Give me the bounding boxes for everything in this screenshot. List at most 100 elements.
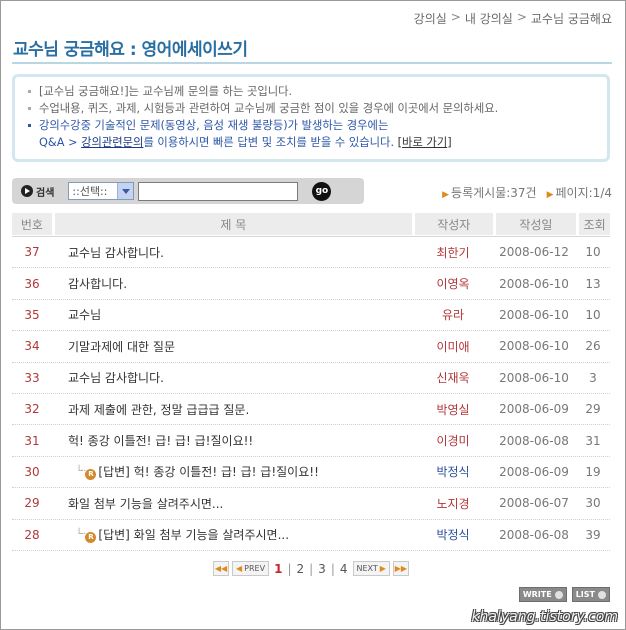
breadcrumb-item-my-classroom[interactable]: 내 강의실	[465, 10, 513, 27]
title-divider	[12, 62, 612, 64]
row-date: 2008-06-10	[499, 370, 569, 385]
page-title: 교수님 궁금해요 : 영어에세이쓰기	[13, 40, 248, 60]
prev-page-button[interactable]: ◀ PREV	[232, 561, 270, 576]
breadcrumb-item-classroom[interactable]: 강의실	[414, 10, 447, 27]
row-title-link[interactable]: 화일 첨부 기능을 살려주시면...	[68, 497, 223, 511]
search-input[interactable]	[138, 181, 299, 201]
reply-indent-icon: └··	[76, 466, 86, 478]
row-views: 30	[585, 496, 601, 511]
shortcut-link-label[interactable]: 바로 가기	[402, 136, 447, 149]
table-row[interactable]: 29 화일 첨부 기능을 살려주시면... 노지경 2008-06-07 30	[12, 488, 610, 520]
search-field-select-value: ::선택::	[72, 185, 108, 198]
notice-qa-suffix: 를 이용하시면 빠른 답변 및 조치를 받을 수 있습니다.	[143, 136, 398, 149]
row-date: 2008-06-10	[499, 307, 569, 322]
watermark: khalyang.tistory.com	[471, 609, 618, 625]
triangle-right-icon: ▶	[442, 190, 450, 200]
table-row[interactable]: 34 기말과제에 대한 질문 이미애 2008-06-10 26	[12, 331, 610, 363]
row-title-cell: 헉! 종강 이틀전! 급! 급! 급!질이요!!	[52, 432, 414, 449]
row-title-link[interactable]: 과제 제출에 관한, 정말 급급급 질문.	[68, 403, 249, 417]
row-number: 28	[24, 527, 40, 542]
first-page-button[interactable]: ◀◀	[213, 561, 229, 576]
row-title-cell: └·· R [답변] 헉! 종강 이틀전! 급! 급! 급!질이요!!	[52, 463, 414, 481]
search-go-button[interactable]: go	[312, 181, 332, 201]
table-row[interactable]: 37 교수님 감사합니다. 최한기 2008-06-12 10	[12, 237, 610, 269]
table-body: 37 교수님 감사합니다. 최한기 2008-06-12 10 36 감사합니다. 이영옥 20…	[12, 237, 610, 551]
reply-icon: R	[85, 469, 97, 481]
row-title-cell: 교수님	[52, 306, 414, 323]
write-label: WRITE	[522, 590, 552, 599]
table-row[interactable]: 36 감사합니다. 이영옥 2008-06-10 13	[12, 268, 610, 300]
table-row[interactable]: 33 교수님 감사합니다. 신재욱 2008-06-10 3	[12, 363, 610, 394]
row-title-link[interactable]: 교수님 감사합니다.	[68, 246, 164, 260]
breadcrumb-item-current: 교수님 궁금해요	[530, 12, 612, 26]
row-date: 2008-06-09	[499, 402, 569, 417]
prev-label: PREV	[244, 564, 266, 573]
table-header: 번호 제 목 작성자 작성일 조회	[12, 212, 611, 237]
row-date: 2008-06-07	[499, 496, 569, 511]
table-row[interactable]: 32 과제 제출에 관한, 정말 급급급 질문. 박영실 2008-06-09 29	[12, 394, 610, 426]
row-views: 10	[585, 245, 601, 260]
board-stats: ▶ 등록게시물:37건 ▶ 페이지:1/4	[442, 184, 612, 201]
row-title-link[interactable]: [답변] 헉! 종강 이틀전! 급! 급! 급!질이요!!	[98, 465, 319, 479]
row-number: 32	[24, 402, 40, 417]
row-title-cell: 교수님 감사합니다.	[52, 369, 414, 386]
page-separator: |	[287, 561, 292, 576]
notice-qa-prefix: Q&A >	[39, 136, 82, 149]
row-views: 3	[589, 370, 597, 385]
row-number: 31	[24, 433, 40, 448]
search-icon	[21, 185, 33, 197]
row-title-link[interactable]: 교수님	[68, 308, 101, 322]
list-button[interactable]: LIST	[571, 587, 610, 602]
row-title-link[interactable]: 헉! 종강 이틀전! 급! 급! 급!질이요!!	[68, 434, 253, 448]
row-views: 10	[585, 307, 601, 322]
row-title-cell: 화일 첨부 기능을 살려주시면...	[52, 495, 414, 512]
board-actions: WRITE LIST	[518, 587, 610, 602]
row-number: 35	[24, 307, 40, 322]
row-number: 36	[24, 276, 40, 291]
row-views: 39	[585, 527, 601, 542]
row-title-link[interactable]: 기말과제에 대한 질문	[68, 340, 175, 354]
breadcrumb-separator: >	[450, 10, 461, 24]
post-count-label: 등록게시물:37건	[451, 186, 537, 200]
page-link-2[interactable]: 2	[294, 562, 306, 576]
row-title-link[interactable]: 감사합니다.	[68, 277, 127, 291]
table-row[interactable]: 31 헉! 종강 이틀전! 급! 급! 급!질이요!! 이경미 2008-06-08 3…	[12, 425, 610, 457]
table-row[interactable]: 30 └·· R [답변] 헉! 종강 이틀전! 급! 급! 급!질이요!! 박정식 20…	[12, 457, 610, 489]
row-author: 노지경	[436, 496, 470, 511]
table-row[interactable]: 28 └·· R [답변] 화일 첨부 기능을 살려주시면... 박정식 2008-06-…	[12, 520, 610, 551]
triangle-right-icon: ▶	[546, 190, 554, 200]
page-separator: |	[330, 561, 335, 576]
row-author: 유라	[441, 308, 465, 323]
search-bar: 검색 ::선택:: go	[12, 178, 364, 204]
shortcut-link[interactable]: [바로 가기]	[398, 136, 452, 149]
reply-indent-icon: └··	[76, 529, 86, 541]
search-field-select[interactable]: ::선택::	[68, 182, 135, 200]
row-date: 2008-06-08	[499, 527, 569, 542]
row-title-link[interactable]: [답변] 화일 첨부 기능을 살려주시면...	[98, 528, 289, 542]
row-views: 29	[585, 402, 601, 417]
row-title-cell: 교수님 감사합니다.	[52, 244, 414, 261]
row-author: 이경미	[436, 434, 470, 449]
reply-icon: R	[85, 532, 97, 544]
page-separator: |	[309, 561, 314, 576]
row-date: 2008-06-10	[499, 276, 569, 291]
next-page-button[interactable]: NEXT ▶	[352, 561, 390, 576]
breadcrumb: 강의실 > 내 강의실 > 교수님 궁금해요	[414, 10, 612, 27]
post-count: ▶ 등록게시물:37건	[442, 184, 536, 201]
board-table: 번호 제 목 작성자 작성일 조회 37 교수님 감사합니다. 최한기 2008-06…	[12, 212, 611, 551]
search-label: 검색	[36, 187, 55, 199]
row-date: 2008-06-09	[499, 464, 569, 479]
row-date: 2008-06-08	[499, 433, 569, 448]
row-number: 29	[24, 496, 40, 511]
last-page-button[interactable]: ▶▶	[392, 561, 409, 576]
write-button[interactable]: WRITE	[518, 587, 567, 602]
page-link-3[interactable]: 3	[316, 562, 328, 576]
row-number: 34	[24, 339, 40, 354]
row-title-link[interactable]: 교수님 감사합니다.	[68, 371, 164, 385]
qa-link[interactable]: 강의관련문의	[81, 136, 143, 149]
table-row[interactable]: 35 교수님 유라 2008-06-10 10	[12, 300, 610, 332]
page-link-1[interactable]: 1	[272, 562, 284, 576]
chevron-down-icon[interactable]	[117, 183, 134, 199]
page-link-4[interactable]: 4	[338, 562, 350, 576]
column-header-number: 번호	[12, 213, 52, 235]
